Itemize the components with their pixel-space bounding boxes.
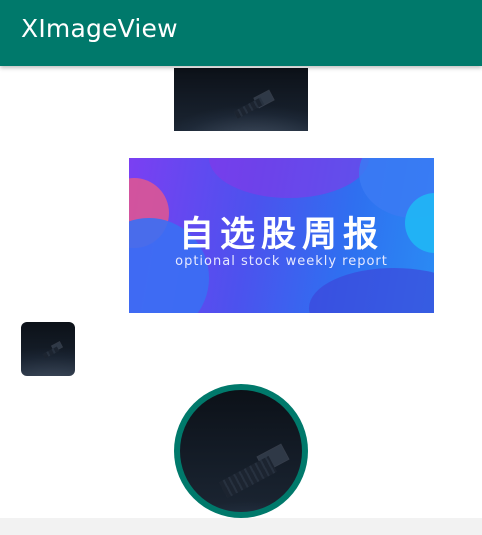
image-satellite-circle [180,390,302,512]
app-title: XImageView [21,14,178,43]
banner-title: 自选股周报 [178,215,384,255]
satellite-panel [233,97,265,119]
image-circle-border [174,384,308,518]
app-bar: XImageView [0,0,482,66]
image-satellite-rounded [21,322,75,376]
banner-subtitle: optional stock weekly report [175,254,388,269]
bottom-strip [0,518,482,535]
satellite-panel [219,455,277,499]
image-satellite-rect [174,68,308,131]
satellite-panel [42,346,60,359]
banner-image: 自选股周报 optional stock weekly report [129,158,434,313]
